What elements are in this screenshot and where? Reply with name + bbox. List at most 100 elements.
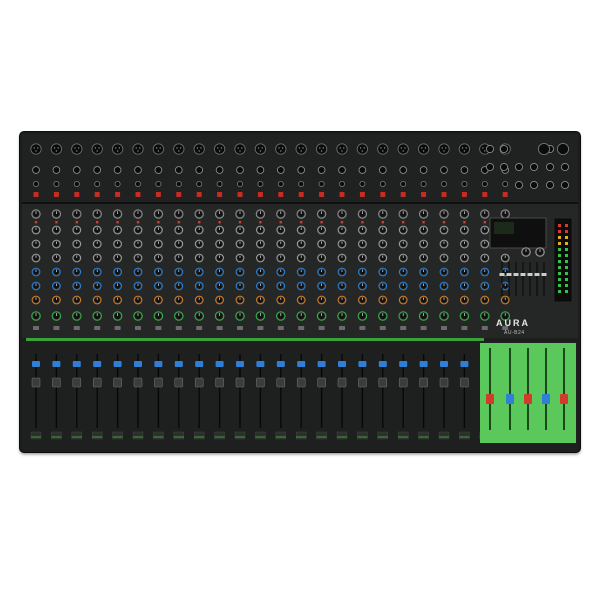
master-fader-knob[interactable] (486, 394, 494, 404)
insert-jack[interactable] (502, 181, 509, 188)
master-fader-knob[interactable] (542, 394, 550, 404)
channel-fader-knob[interactable] (215, 377, 224, 388)
channel-fader-knob[interactable] (133, 377, 143, 388)
master-output-jack[interactable] (529, 180, 539, 190)
phantom-power-switch[interactable] (94, 192, 100, 197)
phantom-power-switch[interactable] (217, 192, 223, 197)
geq-slider[interactable] (513, 273, 519, 276)
line-input-jack[interactable] (195, 166, 204, 174)
insert-jack[interactable] (135, 181, 142, 188)
insert-jack[interactable] (196, 181, 203, 188)
geq-slider[interactable] (527, 273, 533, 276)
xlr-input-jack[interactable] (30, 143, 42, 155)
insert-jack[interactable] (236, 181, 243, 188)
channel-fader-knob[interactable] (113, 377, 122, 388)
channel-select-button[interactable] (460, 361, 469, 367)
phantom-power-switch[interactable] (482, 192, 488, 197)
line-input-jack[interactable] (52, 166, 61, 174)
insert-jack[interactable] (440, 181, 447, 188)
xlr-input-jack[interactable] (438, 143, 450, 155)
xlr-input-jack[interactable] (254, 143, 267, 155)
line-input-jack[interactable] (256, 166, 265, 174)
mute-button[interactable] (359, 326, 366, 330)
channel-select-button[interactable] (154, 361, 163, 367)
master-output-jack[interactable] (560, 162, 570, 172)
mute-button[interactable] (379, 326, 386, 330)
channel-select-button[interactable] (440, 361, 448, 367)
mute-button[interactable] (237, 326, 243, 330)
xlr-input-jack[interactable] (417, 143, 430, 155)
phantom-power-switch[interactable] (155, 192, 161, 197)
line-input-jack[interactable] (174, 166, 183, 174)
insert-jack[interactable] (359, 181, 366, 188)
mute-button[interactable] (73, 326, 80, 330)
xlr-input-jack[interactable] (336, 143, 348, 155)
line-input-jack[interactable] (72, 166, 81, 174)
xlr-input-jack[interactable] (152, 143, 165, 155)
channel-select-button[interactable] (317, 361, 326, 367)
phantom-power-switch[interactable] (380, 192, 386, 197)
master-output-jack[interactable] (485, 144, 495, 154)
insert-jack[interactable] (338, 181, 345, 188)
xlr-input-jack[interactable] (50, 143, 63, 155)
geq-slider[interactable] (520, 273, 526, 276)
phantom-power-switch[interactable] (502, 192, 508, 197)
channel-fader-knob[interactable] (419, 377, 428, 388)
phantom-power-switch[interactable] (359, 192, 365, 197)
phantom-power-switch[interactable] (339, 192, 345, 197)
mute-button[interactable] (339, 326, 345, 330)
master-output-jack[interactable] (514, 162, 524, 172)
insert-jack[interactable] (379, 181, 386, 188)
line-input-jack[interactable] (378, 166, 387, 174)
channel-select-button[interactable] (256, 361, 265, 367)
xlr-input-jack[interactable] (132, 143, 144, 155)
channel-fader-knob[interactable] (398, 377, 408, 388)
phantom-power-switch[interactable] (421, 192, 427, 197)
channel-fader-knob[interactable] (378, 377, 388, 388)
phantom-power-switch[interactable] (53, 192, 59, 197)
insert-jack[interactable] (400, 181, 407, 188)
mute-button[interactable] (420, 326, 427, 330)
mute-button[interactable] (175, 326, 182, 330)
mute-button[interactable] (94, 326, 101, 330)
insert-jack[interactable] (461, 181, 468, 188)
channel-fader-knob[interactable] (439, 377, 449, 388)
xlr-input-jack[interactable] (193, 143, 205, 155)
line-input-jack[interactable] (134, 166, 142, 174)
channel-fader-knob[interactable] (194, 377, 204, 388)
channel-fader-knob[interactable] (317, 377, 326, 388)
channel-fader-knob[interactable] (276, 377, 286, 388)
channel-select-button[interactable] (338, 361, 346, 367)
channel-fader-knob[interactable] (256, 377, 265, 388)
phantom-power-switch[interactable] (237, 192, 243, 197)
line-input-jack[interactable] (358, 166, 367, 174)
mute-button[interactable] (135, 326, 141, 330)
line-input-jack[interactable] (440, 166, 448, 174)
mute-button[interactable] (196, 326, 203, 330)
line-input-jack[interactable] (113, 166, 122, 174)
line-input-jack[interactable] (154, 166, 163, 174)
geq-slider[interactable] (506, 273, 512, 276)
mute-button[interactable] (298, 326, 305, 330)
mute-button[interactable] (277, 326, 284, 330)
channel-select-button[interactable] (276, 361, 285, 367)
master-output-jack[interactable] (499, 162, 509, 172)
phantom-power-switch[interactable] (298, 192, 304, 197)
phantom-power-switch[interactable] (33, 192, 39, 197)
geq-slider[interactable] (499, 273, 505, 276)
mute-button[interactable] (441, 326, 447, 330)
geq-slider[interactable] (541, 273, 547, 276)
channel-fader-knob[interactable] (235, 377, 245, 388)
channel-select-button[interactable] (297, 361, 306, 367)
xlr-input-jack[interactable] (275, 143, 287, 155)
phantom-power-switch[interactable] (461, 192, 467, 197)
channel-fader-knob[interactable] (31, 377, 41, 388)
mute-button[interactable] (461, 326, 468, 330)
channel-select-button[interactable] (93, 361, 102, 367)
xlr-input-jack[interactable] (173, 143, 185, 155)
channel-select-button[interactable] (174, 361, 183, 367)
mute-button[interactable] (318, 326, 325, 330)
insert-jack[interactable] (73, 181, 80, 188)
xlr-input-jack[interactable] (295, 143, 307, 155)
channel-select-button[interactable] (236, 361, 244, 367)
